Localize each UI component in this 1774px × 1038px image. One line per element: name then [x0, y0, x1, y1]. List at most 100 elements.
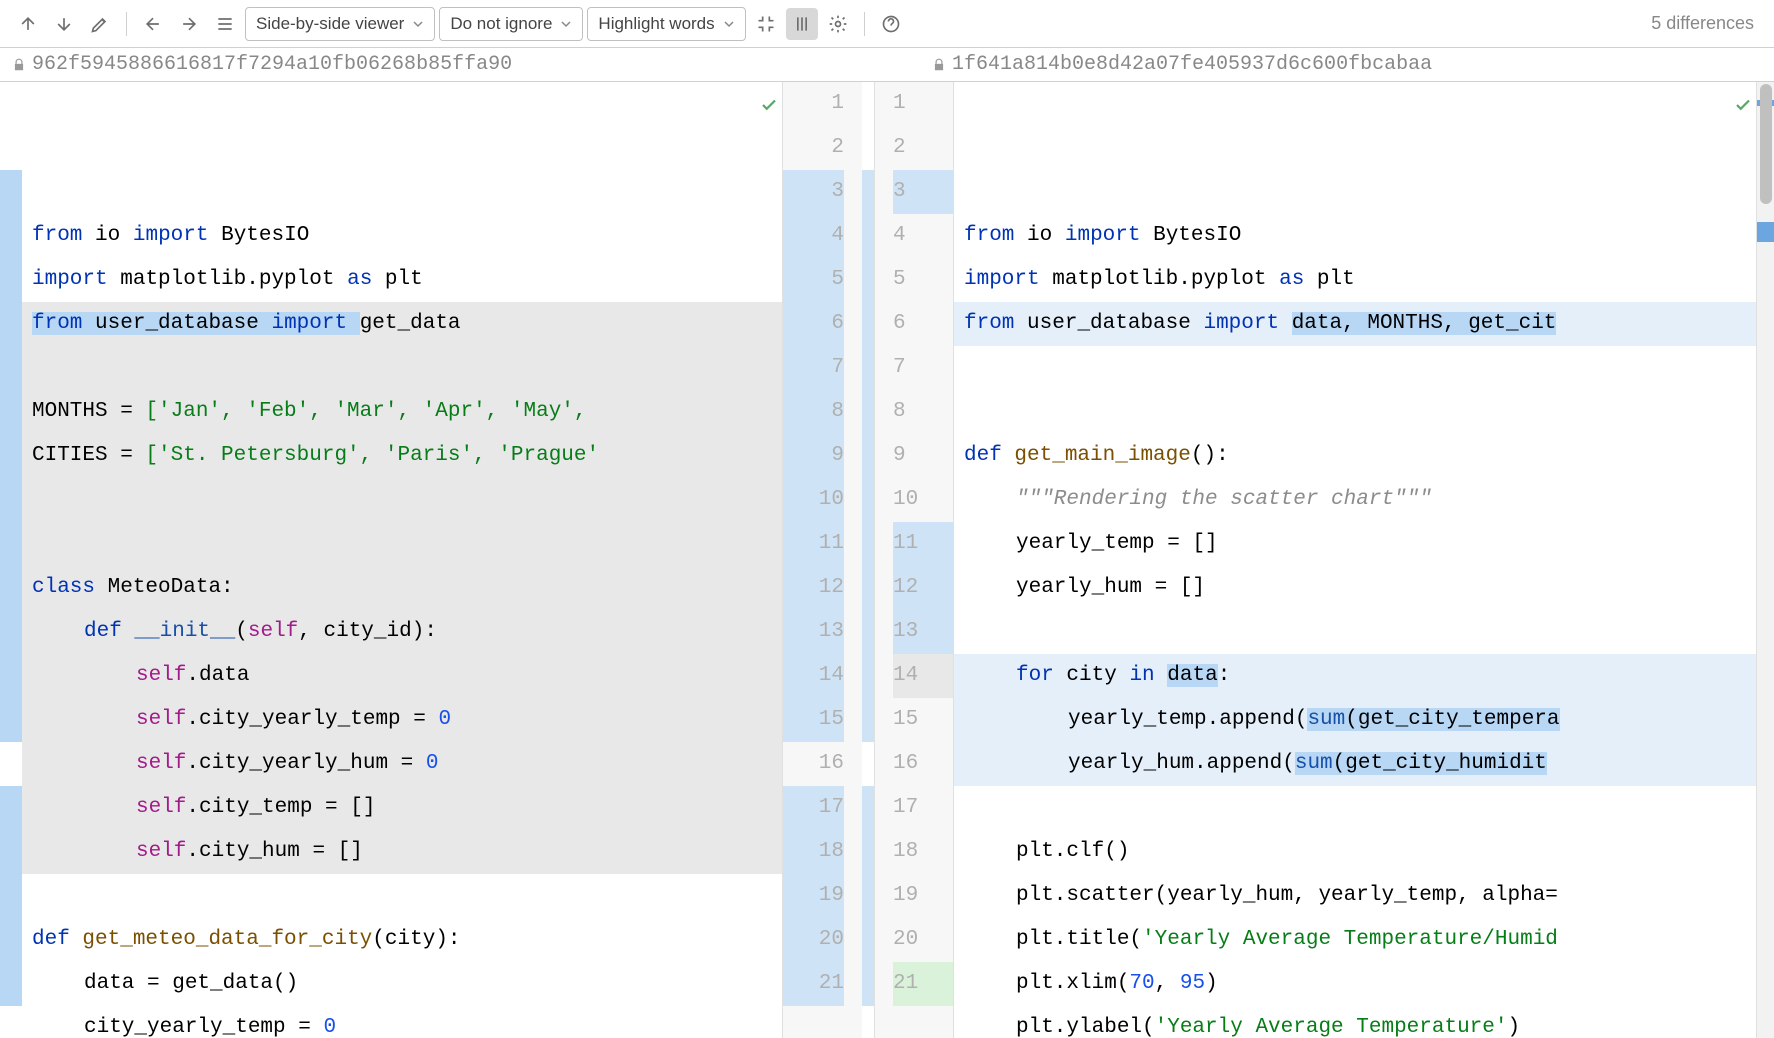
left-hash-cell: 962f5945886616817f7294a10fb06268b85ffa90	[0, 48, 920, 81]
gutter-line-number: 6	[893, 302, 953, 346]
left-gutter: 123456789101112131415161718192021	[782, 82, 862, 1038]
left-marker-strip	[0, 82, 22, 1038]
code-line	[954, 346, 1756, 390]
check-icon	[1734, 88, 1752, 132]
edit-icon[interactable]	[84, 8, 116, 40]
gutter-line-number: 8	[893, 390, 953, 434]
code-line: city_yearly_temp = 0	[22, 1006, 782, 1038]
prev-diff-icon[interactable]	[12, 8, 44, 40]
right-scroll-track[interactable]	[1756, 82, 1774, 1038]
right-hash: 1f641a814b0e8d42a07fe405937d6c600fbcabaa	[952, 53, 1432, 76]
gutter-line-number: 18	[893, 830, 953, 874]
diff-count: 5 differences	[1651, 13, 1762, 34]
right-gutter: 123456789101112131415161718192021	[874, 82, 954, 1038]
gutter-line-number: 1	[893, 82, 953, 126]
forward-icon[interactable]	[173, 8, 205, 40]
gutter-line-number: 3	[893, 170, 953, 214]
code-line: import matplotlib.pyplot as plt	[22, 258, 782, 302]
code-line: plt.ylabel('Yearly Average Temperature')	[954, 1006, 1756, 1038]
gutter-line-number: 13	[783, 610, 844, 654]
code-line: from user_database import get_data	[22, 302, 782, 346]
gutter-line-number: 18	[783, 830, 844, 874]
code-line: """Rendering the scatter chart"""	[954, 478, 1756, 522]
commit-hashes-row: 962f5945886616817f7294a10fb06268b85ffa90…	[0, 48, 1774, 82]
gutter-line-number: 16	[893, 742, 953, 786]
code-line: plt.scatter(yearly_hum, yearly_temp, alp…	[954, 874, 1756, 918]
connector-wedge	[862, 786, 874, 1006]
list-icon[interactable]	[209, 8, 241, 40]
gutter-line-number: 17	[893, 786, 953, 830]
chevron-down-icon	[723, 18, 735, 30]
scroll-thumb[interactable]	[1760, 84, 1772, 204]
right-code-pane[interactable]: from io import BytesIOimport matplotlib.…	[954, 82, 1756, 1038]
highlight-dropdown-label: Highlight words	[598, 14, 714, 34]
gutter-line-number: 7	[893, 346, 953, 390]
gutter-line-number: 17	[783, 786, 844, 830]
code-line	[22, 478, 782, 522]
code-line: for city in data:	[954, 654, 1756, 698]
gutter-line-number: 11	[783, 522, 844, 566]
diff-connector	[862, 82, 874, 1038]
left-code-pane[interactable]: from io import BytesIOimport matplotlib.…	[22, 82, 782, 1038]
gutter-line-number: 5	[893, 258, 953, 302]
gutter-line-number: 12	[783, 566, 844, 610]
code-line: plt.xlim(70, 95)	[954, 962, 1756, 1006]
code-line	[954, 610, 1756, 654]
code-line	[22, 522, 782, 566]
gutter-line-number: 4	[893, 214, 953, 258]
gutter-line-number: 19	[783, 874, 844, 918]
code-line: yearly_hum.append(sum(get_city_humidit	[954, 742, 1756, 786]
gutter-line-number: 2	[783, 126, 844, 170]
code-line: self.city_yearly_hum = 0	[22, 742, 782, 786]
gutter-line-number: 15	[893, 698, 953, 742]
collapse-icon[interactable]	[750, 8, 782, 40]
code-line: yearly_hum = []	[954, 566, 1756, 610]
gutter-line-number: 16	[783, 742, 844, 786]
code-line: self.city_yearly_temp = 0	[22, 698, 782, 742]
code-line: self.city_temp = []	[22, 786, 782, 830]
gutter-line-number: 20	[783, 918, 844, 962]
chevron-down-icon	[560, 18, 572, 30]
viewer-dropdown[interactable]: Side-by-side viewer	[245, 7, 435, 41]
gutter-line-number: 11	[893, 522, 953, 566]
gutter-line-number: 13	[893, 610, 953, 654]
code-line: plt.title('Yearly Average Temperature/Hu…	[954, 918, 1756, 962]
separator	[864, 12, 865, 36]
gutter-line-number: 14	[893, 654, 953, 698]
code-line: from io import BytesIO	[22, 214, 782, 258]
code-line: from io import BytesIO	[954, 214, 1756, 258]
gutter-line-number: 21	[783, 962, 844, 1006]
gutter-line-number: 1	[783, 82, 844, 126]
scroll-diff-mark	[1757, 222, 1774, 242]
gutter-line-number: 20	[893, 918, 953, 962]
diff-toolbar: Side-by-side viewer Do not ignore Highli…	[0, 0, 1774, 48]
code-line: import matplotlib.pyplot as plt	[954, 258, 1756, 302]
code-line: CITIES = ['St. Petersburg', 'Paris', 'Pr…	[22, 434, 782, 478]
highlight-dropdown[interactable]: Highlight words	[587, 7, 745, 41]
code-line	[954, 390, 1756, 434]
gutter-line-number: 10	[893, 478, 953, 522]
back-icon[interactable]	[137, 8, 169, 40]
gutter-line-number: 4	[783, 214, 844, 258]
code-line: def get_meteo_data_for_city(city):	[22, 918, 782, 962]
code-line: from user_database import data, MONTHS, …	[954, 302, 1756, 346]
code-line: yearly_temp.append(sum(get_city_tempera	[954, 698, 1756, 742]
code-line: def get_main_image():	[954, 434, 1756, 478]
gutter-line-number: 12	[893, 566, 953, 610]
settings-icon[interactable]	[822, 8, 854, 40]
next-diff-icon[interactable]	[48, 8, 80, 40]
diff-body: from io import BytesIOimport matplotlib.…	[0, 82, 1774, 1038]
lock-icon	[932, 58, 946, 72]
help-icon[interactable]	[875, 8, 907, 40]
viewer-dropdown-label: Side-by-side viewer	[256, 14, 404, 34]
ignore-dropdown[interactable]: Do not ignore	[439, 7, 583, 41]
code-line	[22, 874, 782, 918]
lock-icon	[12, 58, 26, 72]
separator	[126, 12, 127, 36]
code-line	[954, 786, 1756, 830]
gutter-line-number: 3	[783, 170, 844, 214]
gutter-line-number: 14	[783, 654, 844, 698]
gutter-line-number: 9	[893, 434, 953, 478]
gutter-line-number: 15	[783, 698, 844, 742]
sync-scroll-icon[interactable]	[786, 8, 818, 40]
